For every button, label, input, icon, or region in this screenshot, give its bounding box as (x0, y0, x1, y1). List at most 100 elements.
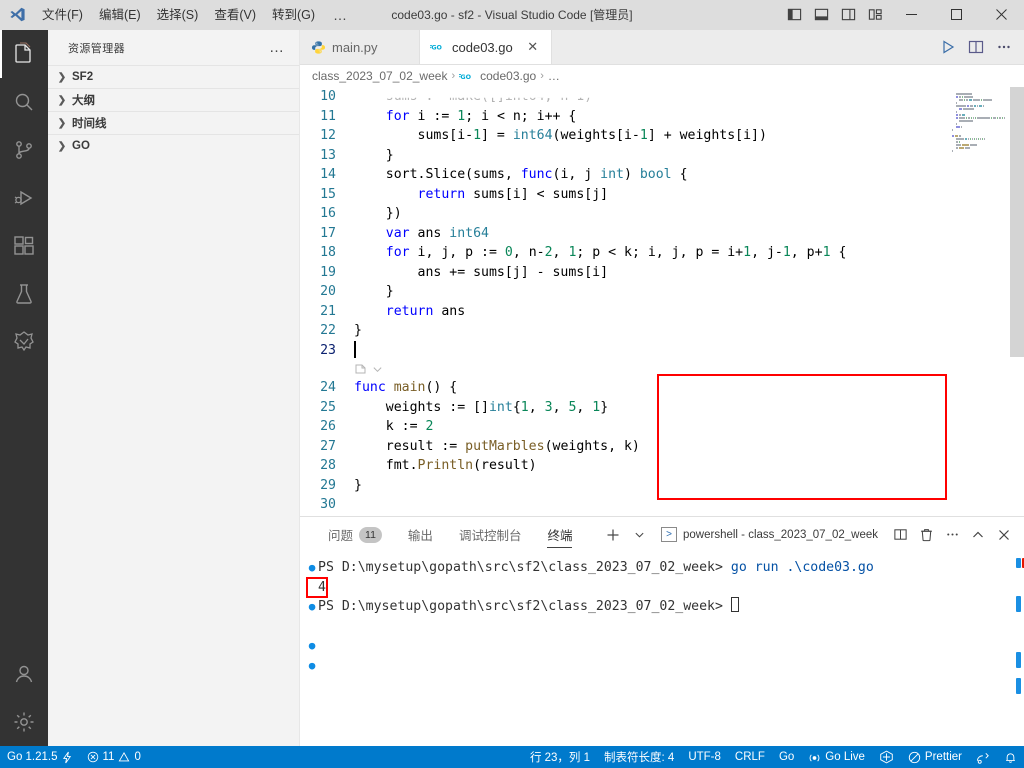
activitybar-item-testing[interactable] (0, 270, 48, 318)
code-line[interactable]: 14 sort.Slice(sums, func(i, j int) bool … (300, 165, 1024, 185)
sidebar-section-go[interactable]: ❯ GO (48, 134, 299, 157)
code-line[interactable]: 10 sums := make([]int64, n-1) (300, 87, 1024, 107)
menu-selection[interactable]: 选择(S) (149, 0, 207, 30)
code-line[interactable]: 22} (300, 321, 1024, 341)
go-live-label: Go Live (825, 751, 865, 763)
minimap-line (952, 150, 1006, 152)
tab-close-icon[interactable]: ✕ (525, 39, 541, 55)
status-eol[interactable]: CRLF (728, 746, 772, 768)
code-editor[interactable]: 10 sums := make([]int64, n-1) 11 for i :=… (300, 87, 1024, 516)
minimap[interactable] (948, 87, 1010, 516)
new-terminal-dropdown-icon[interactable] (627, 523, 651, 547)
code-line[interactable]: 23 (300, 340, 1024, 361)
maximize-button[interactable] (934, 0, 979, 30)
code-line[interactable]: 26 k := 2 (300, 417, 1024, 437)
terminal-scrollbar[interactable] (1010, 552, 1024, 746)
close-panel-icon[interactable] (992, 523, 1016, 547)
panel-tab-debug-console[interactable]: 调试控制台 (449, 517, 532, 552)
code-line[interactable]: 30 (300, 495, 1024, 515)
sidebar-section-label: SF2 (72, 71, 94, 83)
split-terminal-icon[interactable] (888, 523, 912, 547)
split-editor-icon[interactable] (962, 33, 990, 61)
terminal-selector[interactable]: > powershell - class_2023_07_02_week (653, 523, 886, 547)
tab-main-py[interactable]: main.py (300, 30, 420, 64)
editor-vertical-scrollbar[interactable] (1010, 87, 1024, 516)
activitybar-item-explorer[interactable] (0, 30, 48, 78)
status-notifications[interactable] (997, 746, 1024, 768)
close-button[interactable] (979, 0, 1024, 30)
code-line[interactable]: 29} (300, 476, 1024, 496)
new-terminal-button[interactable] (601, 523, 625, 547)
status-remote-host[interactable] (969, 746, 997, 768)
code-line[interactable]: 25 weights := []int{1, 3, 5, 1} (300, 398, 1024, 418)
menu-edit[interactable]: 编辑(E) (91, 0, 149, 30)
sidebar-more-actions-icon[interactable]: … (263, 40, 291, 55)
panel-actions: > powershell - class_2023_07_02_week (601, 523, 1024, 547)
codelens-run-debug[interactable] (300, 360, 1024, 378)
menu-view[interactable]: 查看(V) (206, 0, 264, 30)
code-line[interactable]: 20 } (300, 282, 1024, 302)
status-indentation[interactable]: 制表符长度: 4 (597, 746, 681, 768)
status-language-mode[interactable]: Go (772, 746, 801, 768)
code-line[interactable]: 28 fmt.Println(result) (300, 456, 1024, 476)
bottom-panel: 问题 11 输出 调试控制台 终端 > powershell - class_2… (300, 516, 1024, 746)
menu-more-icon[interactable]: … (323, 0, 358, 30)
status-go-version[interactable]: Go 1.21.5 (0, 746, 80, 768)
panel-tab-output[interactable]: 输出 (398, 517, 443, 552)
code-line[interactable]: 21 return ans (300, 302, 1024, 322)
breadcrumb-symbol[interactable]: … (548, 69, 560, 83)
sidebar-section-sf2[interactable]: ❯ SF2 (48, 65, 299, 88)
activitybar-item-settings[interactable] (0, 698, 48, 746)
activitybar-item-source-control[interactable] (0, 126, 48, 174)
terminal-view[interactable]: ● PS D:\mysetup\gopath\src\sf2\class_202… (300, 552, 1024, 746)
code-line[interactable]: 11 for i := 1; i < n; i++ { (300, 107, 1024, 127)
activitybar-item-run-and-debug[interactable] (0, 174, 48, 222)
status-problems[interactable]: 11 0 (80, 746, 148, 768)
code-line[interactable]: 13 } (300, 146, 1024, 166)
status-go-live[interactable]: Go Live (801, 746, 872, 768)
layout-grid-icon[interactable] (862, 0, 889, 30)
code-line[interactable]: 17 var ans int64 (300, 224, 1024, 244)
activitybar-item-search[interactable] (0, 78, 48, 126)
minimize-button[interactable] (889, 0, 934, 30)
activitybar-item-accounts[interactable] (0, 650, 48, 698)
status-cursor-position[interactable]: 行 23，列 1 (523, 746, 597, 768)
code-line[interactable]: 16 }) (300, 204, 1024, 224)
panel-tab-problems[interactable]: 问题 11 (318, 517, 392, 552)
panel-bottom-icon[interactable] (808, 0, 835, 30)
panel-more-actions-icon[interactable] (940, 523, 964, 547)
sidebar-section-outline[interactable]: ❯ 大纲 (48, 88, 299, 111)
panel-right-icon[interactable] (835, 0, 862, 30)
panel-left-icon[interactable] (781, 0, 808, 30)
code-line[interactable]: 24 func main() { (300, 378, 1024, 398)
activitybar-item-extensions[interactable] (0, 222, 48, 270)
terminal-output-highlight (306, 576, 328, 598)
kill-terminal-icon[interactable] (914, 523, 938, 547)
svg-text:GO: GO (461, 73, 472, 81)
status-encoding[interactable]: UTF-8 (681, 746, 728, 768)
terminal-command-marker (1016, 558, 1021, 568)
more-editor-actions-icon[interactable] (990, 33, 1018, 61)
breadcrumb-file[interactable]: GO code03.go (459, 69, 536, 83)
menu-file[interactable]: 文件(F) (34, 0, 91, 30)
code-line[interactable]: 18 for i, j, p := 0, n-2, 1; p < k; i, j… (300, 243, 1024, 263)
code-line[interactable]: 12 sums[i-1] = int64(weights[i-1] + weig… (300, 126, 1024, 146)
code-text: ans += sums[j] - sums[i] (354, 264, 609, 280)
breadcrumb-folder[interactable]: class_2023_07_02_week (312, 69, 447, 83)
sidebar-section-timeline[interactable]: ❯ 时间线 (48, 111, 299, 134)
maximize-panel-icon[interactable] (966, 523, 990, 547)
code-line[interactable]: 15 return sums[i] < sums[j] (300, 185, 1024, 205)
panel-tab-terminal[interactable]: 终端 (537, 517, 582, 552)
menu-go[interactable]: 转到(G) (264, 0, 323, 30)
tab-code03-go[interactable]: GO code03.go ✕ (420, 30, 552, 64)
line-number: 10 (320, 89, 336, 104)
terminal-line: ● (300, 656, 1024, 676)
code-line[interactable]: 19 ans += sums[j] - sums[i] (300, 263, 1024, 283)
run-go-file-button[interactable] (934, 33, 962, 61)
code-line[interactable]: 27 result := putMarbles(weights, k) (300, 437, 1024, 457)
code-text: sums := make([]int64, n-1) (354, 89, 593, 104)
minimap-line (952, 147, 1006, 149)
activitybar-item-go-extension[interactable] (0, 318, 48, 366)
status-gitlens[interactable] (872, 746, 901, 768)
status-prettier[interactable]: Prettier (901, 746, 969, 768)
